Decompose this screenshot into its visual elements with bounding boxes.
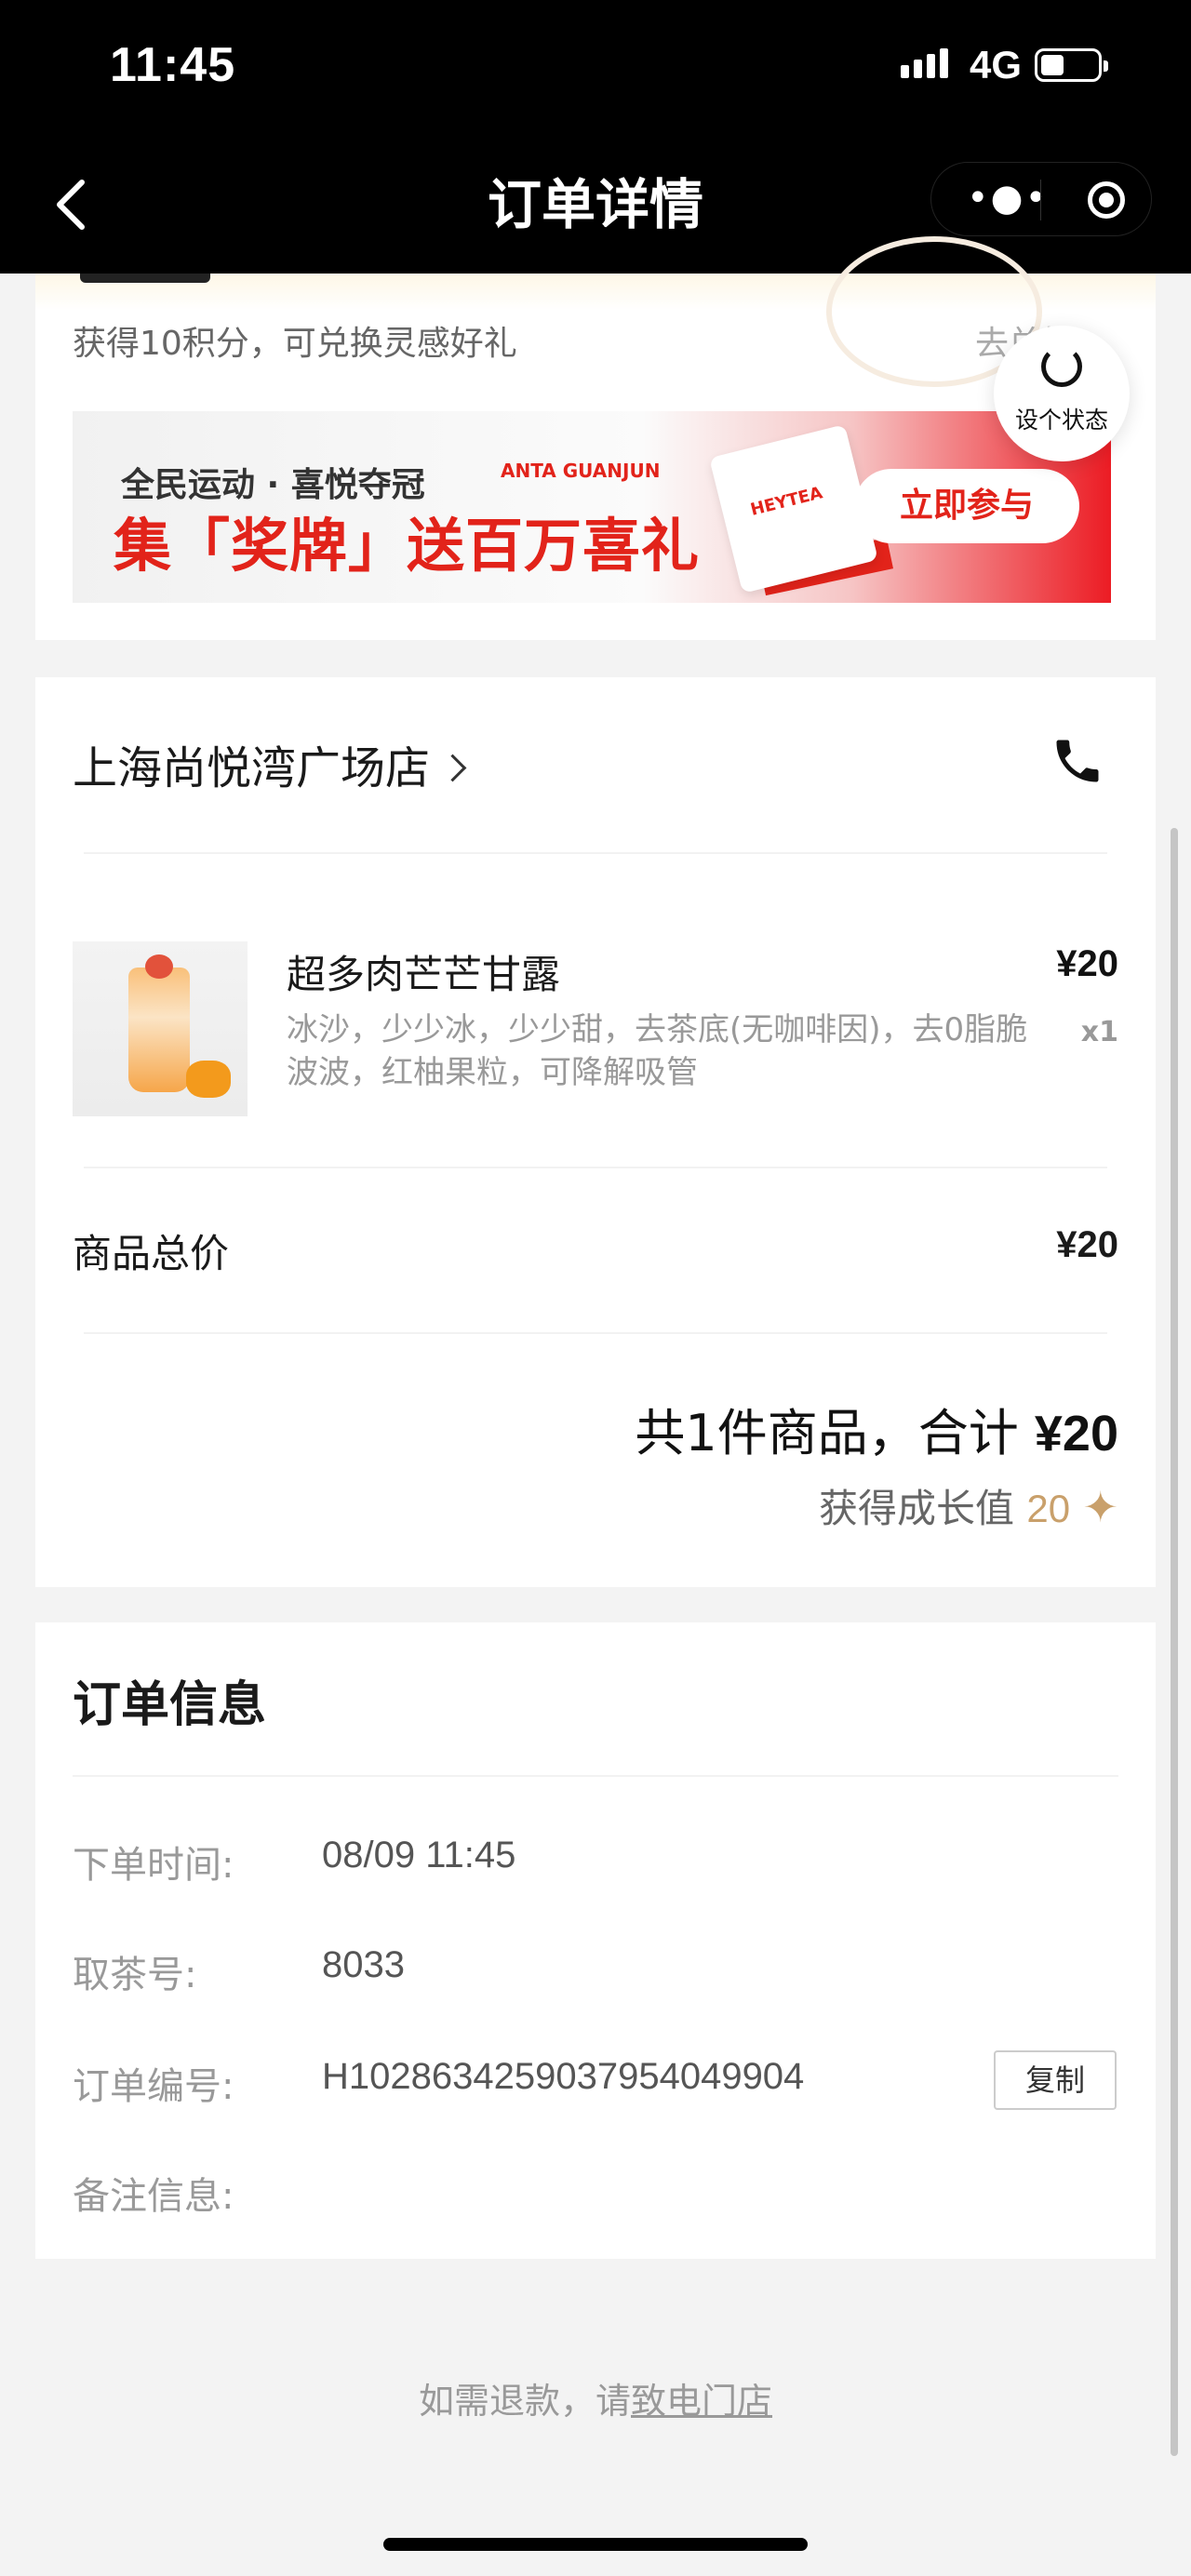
order-info-title: 订单信息 bbox=[73, 1677, 267, 1733]
refresh-icon bbox=[1041, 346, 1082, 387]
phone-icon bbox=[1056, 740, 1099, 782]
order-total: 共1件商品，合计 ¥20 bbox=[635, 1392, 1118, 1465]
scrollbar[interactable] bbox=[1171, 828, 1178, 2456]
product-price: ¥20 bbox=[1056, 943, 1118, 984]
pickup-number-value: 8033 bbox=[322, 1944, 405, 1985]
order-number-value: H1028634259037954049904 bbox=[322, 2056, 805, 2097]
divider bbox=[73, 1775, 1118, 1777]
home-indicator[interactable] bbox=[383, 2538, 808, 2551]
card-tab-edge bbox=[80, 274, 210, 283]
status-bar: 11:45 4G bbox=[0, 0, 1191, 140]
product-name: 超多肉芒芒甘露 bbox=[287, 952, 561, 997]
refund-text: 如需退款，请 bbox=[418, 2381, 631, 2422]
more-button[interactable]: •●• bbox=[967, 180, 1049, 217]
capsule-divider bbox=[1040, 180, 1041, 220]
growth-label: 获得成长值 bbox=[819, 1486, 1027, 1531]
battery-icon bbox=[1035, 48, 1108, 82]
order-number-label: 订单编号: bbox=[73, 2065, 234, 2108]
copy-button[interactable]: 复制 bbox=[994, 2050, 1117, 2110]
store-name: 上海尚悦湾广场店 bbox=[73, 742, 431, 794]
product-quantity: x1 bbox=[1080, 1016, 1118, 1048]
mini-program-capsule: •●• bbox=[930, 162, 1152, 236]
order-time-label: 下单时间: bbox=[73, 1844, 234, 1887]
banner-headline: 集「奖牌」送百万喜礼 bbox=[114, 512, 701, 580]
banner-brand: ANTA GUANJUN bbox=[501, 460, 661, 482]
order-time-value: 08/09 11:45 bbox=[322, 1835, 516, 1875]
product-image bbox=[73, 941, 248, 1116]
join-button[interactable]: 立即参与 bbox=[854, 469, 1079, 543]
phone-button[interactable] bbox=[1050, 733, 1105, 789]
divider bbox=[84, 1332, 1107, 1334]
network-type: 4G bbox=[970, 43, 1023, 87]
refund-note: 如需退款，请致电门店 bbox=[0, 2372, 1191, 2423]
chevron-right-icon bbox=[438, 754, 467, 781]
close-mini-program-button[interactable] bbox=[1088, 181, 1125, 219]
divider bbox=[84, 852, 1107, 854]
sparkle-icon: ✦ bbox=[1082, 1482, 1118, 1532]
store-link[interactable]: 上海尚悦湾广场店 bbox=[73, 731, 467, 796]
growth-value: 20 bbox=[1026, 1487, 1071, 1530]
points-card: 获得10积分，可兑换灵感好礼 去兑换 全民运动 · 喜悦夺冠 ANTA GUAN… bbox=[35, 236, 1156, 640]
set-status-label: 设个状态 bbox=[1014, 407, 1108, 434]
order-info-card: 订单信息 下单时间: 08/09 11:45 取茶号: 8033 订单编号: H… bbox=[35, 1622, 1156, 2259]
subtotal-label: 商品总价 bbox=[73, 1231, 230, 1276]
promo-banner[interactable]: 全民运动 · 喜悦夺冠 ANTA GUANJUN 集「奖牌」送百万喜礼 HEYT… bbox=[73, 411, 1111, 603]
product-options: 冰沙，少少冰，少少甜，去茶底(无咖啡因)，去0脂脆波波，红柚果粒，可降解吸管 bbox=[287, 1011, 1028, 1091]
set-status-button[interactable]: 设个状态 bbox=[994, 326, 1130, 461]
note-label: 备注信息: bbox=[73, 2175, 234, 2218]
clock: 11:45 bbox=[110, 38, 236, 92]
growth-points: 获得成长值 20 ✦ bbox=[819, 1477, 1118, 1534]
pickup-number-label: 取茶号: bbox=[73, 1954, 197, 1996]
divider bbox=[84, 1167, 1107, 1168]
signal-icon bbox=[901, 48, 953, 78]
call-store-link[interactable]: 致电门店 bbox=[631, 2381, 772, 2422]
points-text: 获得10积分，可兑换灵感好礼 bbox=[73, 325, 517, 363]
order-items-card: 上海尚悦湾广场店 超多肉芒芒甘露 冰沙，少少冰，少少甜，去茶底(无咖啡因)，去0… bbox=[35, 677, 1156, 1587]
subtotal-value: ¥20 bbox=[1056, 1224, 1118, 1265]
nav-bar: 订单详情 •●• bbox=[0, 140, 1191, 274]
total-amount: ¥20 bbox=[1034, 1406, 1118, 1462]
total-prefix: 共1件商品，合计 bbox=[635, 1404, 1035, 1462]
